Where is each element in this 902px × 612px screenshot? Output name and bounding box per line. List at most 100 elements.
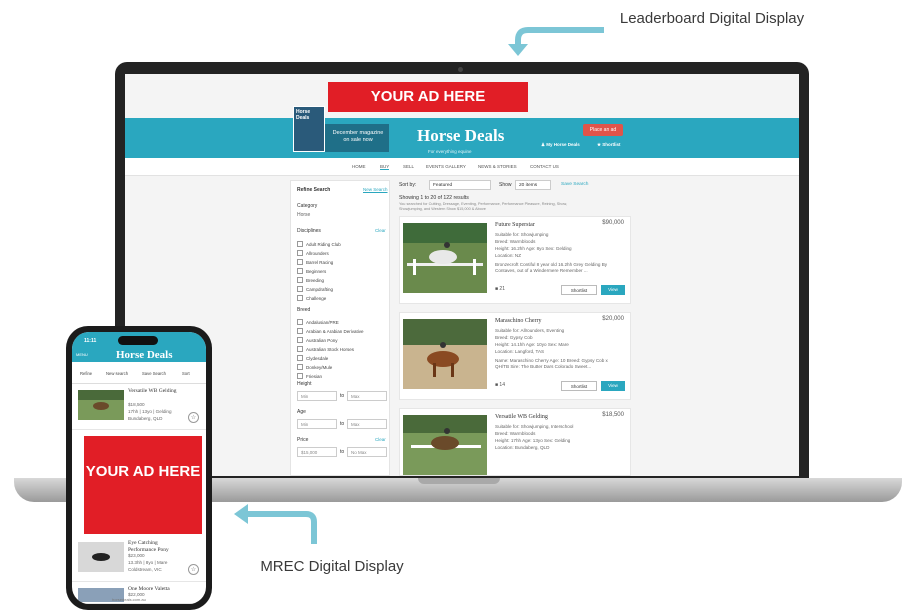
listing-photo[interactable] [403, 415, 487, 475]
nav-news-stories[interactable]: NEWS & STORIES [478, 164, 517, 169]
photo-count-value: 14 [499, 382, 505, 388]
sort-label: Sort by: [399, 182, 417, 188]
listing-card[interactable]: Maraschino Cherry $20,000 Suitable for: … [399, 312, 631, 400]
main-nav: HOME BUY SELL EVENTS GALLERY NEWS & STOR… [125, 158, 799, 176]
sort-tool[interactable]: Sort [182, 371, 190, 376]
listing-photo[interactable] [78, 390, 124, 420]
magazine-cover[interactable]: Horse Deals [293, 106, 325, 152]
phone-url: horsedeals.com.au [112, 597, 146, 602]
price-label: Price [297, 437, 309, 443]
phone-listing-title[interactable]: Versatile WB Gelding [128, 388, 180, 395]
nav-buy[interactable]: BUY [380, 164, 390, 170]
price-max-select[interactable]: No Max [347, 447, 387, 457]
menu-button[interactable]: MENU [76, 352, 88, 357]
listing-desc-2: QH/TB Sire: The Butter Dars Colorado Swe… [495, 364, 592, 369]
results-count: Showing 1 to 20 of 122 results [399, 195, 469, 201]
view-button[interactable]: View [601, 381, 625, 391]
checkbox-discipline[interactable]: Beginners [297, 268, 326, 274]
save-search-link[interactable]: Save Search [561, 182, 588, 187]
photo-count: ■ 14 [495, 382, 505, 388]
listing-desc: Name: Maraschino Cherry Age: 10 Breed: G… [495, 358, 608, 363]
height-max-select[interactable]: Max [347, 391, 387, 401]
nav-contact-us[interactable]: CONTACT US [530, 164, 559, 169]
listing-suitable: Suitable for: Showjumping, Interschool [495, 424, 574, 429]
phone-listing[interactable]: Eye Catching Performance Pony $23,000 13… [72, 536, 206, 582]
my-account-link[interactable]: ♟ My Horse Deals [541, 142, 580, 148]
price-min-select[interactable]: $15,000 [297, 447, 337, 457]
site-header: Horse Deals December magazine on sale no… [125, 106, 799, 158]
phone-listing[interactable]: Versatile WB Gelding $18,500 17hh | 13yo… [72, 384, 206, 430]
star-icon[interactable]: ☆ [188, 412, 199, 423]
age-min-select[interactable]: Min [297, 419, 337, 429]
checkbox-discipline[interactable]: Barrel Racing [297, 259, 333, 265]
save-search-tool[interactable]: Save Search [142, 371, 166, 376]
listing-price: $18,500 [602, 412, 624, 418]
camera-icon [458, 67, 463, 72]
nav-events-gallery[interactable]: EVENTS GALLERY [426, 164, 466, 169]
listing-suitable: Suitable for: Showjumping [495, 232, 549, 237]
listing-photo[interactable] [403, 223, 487, 293]
marketing-mockup: { "labels":{"leaderboard":"Leaderboard D… [0, 0, 902, 612]
searched-for: You searched for Cutting, Dressage, Even… [399, 202, 568, 206]
disciplines-clear[interactable]: Clear [375, 228, 386, 233]
shortlist-button[interactable]: Shortlist [561, 285, 597, 295]
checkbox-breed[interactable]: Australian Stock Horses [297, 346, 354, 352]
checkbox-breed[interactable]: Clydesdale [297, 355, 328, 361]
listing-height: Height: 16.2hh Age: 8yo Sex: Gelding [495, 246, 572, 251]
show-select[interactable]: 20 items [515, 180, 551, 190]
listing-photo[interactable] [403, 319, 487, 389]
listing-desc: Bronzecroft Contiful 8 year old 16.2hh G… [495, 262, 608, 267]
checkbox-breed[interactable]: Friesian [297, 373, 322, 379]
listing-location: Location: Bundaberg, QLD [495, 445, 550, 450]
refine-tool[interactable]: Refine [80, 371, 92, 376]
mrec-caption: MREC Digital Display [260, 558, 404, 575]
checkbox-discipline[interactable]: Allrounders [297, 250, 329, 256]
age-max-select[interactable]: Max [347, 419, 387, 429]
checkbox-discipline[interactable]: Campdrafting [297, 286, 333, 292]
listing-price: $20,000 [602, 316, 624, 322]
checkbox-discipline[interactable]: Breeding [297, 277, 324, 283]
shortlist-link[interactable]: ★ Shortlist [597, 142, 621, 148]
results-area: Sort by: Featured Show 20 items Save Sea… [399, 180, 631, 476]
checkbox-discipline[interactable]: Adult Riding Club [297, 241, 341, 247]
height-to: to [340, 393, 345, 399]
category-value[interactable]: Horse [297, 212, 310, 218]
checkbox-breed[interactable]: Donkey/Mule [297, 364, 332, 370]
price-clear[interactable]: Clear [375, 437, 386, 442]
star-icon[interactable]: ☆ [188, 564, 199, 575]
nav-sell[interactable]: SELL [403, 164, 414, 169]
listing-title[interactable]: Versatile WB Gelding [495, 414, 548, 420]
listing-breed: Breed: Warmbloods [495, 431, 536, 436]
height-min-select[interactable]: Min [297, 391, 337, 401]
phone-listing-title[interactable]: Eye Catching Performance Pony [128, 540, 180, 553]
listing-card[interactable]: Versatile WB Gelding $18,500 Suitable fo… [399, 408, 631, 476]
shortlist-button[interactable]: Shortlist [561, 381, 597, 391]
checkbox-discipline[interactable]: Challenge [297, 295, 326, 301]
sort-select[interactable]: Featured [429, 180, 491, 190]
phone-listing-meta: 13.3hh | 8yo | Mare [128, 560, 168, 565]
site-logo[interactable]: Horse Deals [417, 126, 504, 146]
dynamic-island [118, 336, 158, 345]
phone-logo[interactable]: Horse Deals [116, 349, 173, 361]
nav-home[interactable]: HOME [352, 164, 366, 169]
view-button[interactable]: View [601, 285, 625, 295]
listing-photo[interactable] [78, 542, 124, 572]
listing-title[interactable]: Future Superstar [495, 222, 535, 228]
mrec-ad[interactable]: YOUR AD HERE [84, 436, 202, 534]
place-ad-button[interactable]: Place an ad [583, 124, 623, 136]
listing-breed: Breed: Gypsy Cob [495, 335, 533, 340]
checkbox-breed[interactable]: Arabian & Arabian Derivative [297, 328, 364, 334]
new-search-tool[interactable]: New search [106, 371, 128, 376]
listing-title[interactable]: Maraschino Cherry [495, 318, 542, 324]
age-label: Age [297, 409, 306, 415]
listing-card[interactable]: Future Superstar $90,000 Suitable for: S… [399, 216, 631, 304]
checkbox-breed[interactable]: Australian Pony [297, 337, 338, 343]
magazine-text: December magazine on sale now [332, 130, 384, 143]
laptop-notch [418, 478, 500, 484]
new-search-link[interactable]: New Search [363, 187, 388, 192]
shortlist-label: Shortlist [602, 142, 621, 147]
listing-location: Location: Langford, TAS [495, 349, 545, 354]
checkbox-breed[interactable]: Andalusian/PRE [297, 319, 339, 325]
leaderboard-ad[interactable]: YOUR AD HERE [328, 82, 528, 112]
phone-listing-location: Bundaberg, QLD [128, 416, 163, 421]
